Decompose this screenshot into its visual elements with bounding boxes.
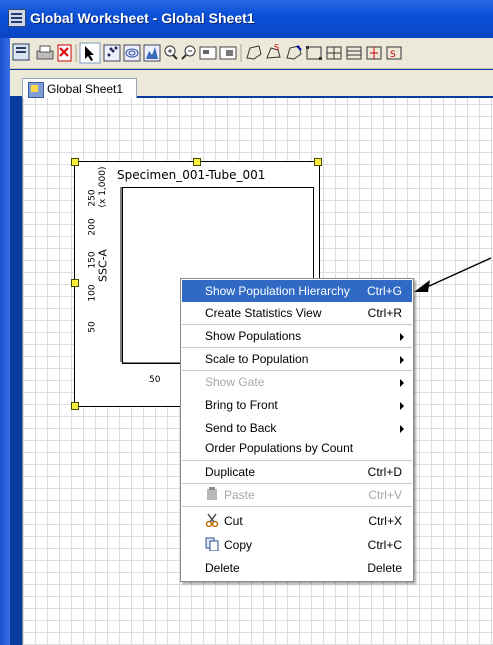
annotation-arrow xyxy=(414,257,492,292)
app-window: Global Worksheet - Global Sheet1 S S Glo… xyxy=(0,0,493,645)
